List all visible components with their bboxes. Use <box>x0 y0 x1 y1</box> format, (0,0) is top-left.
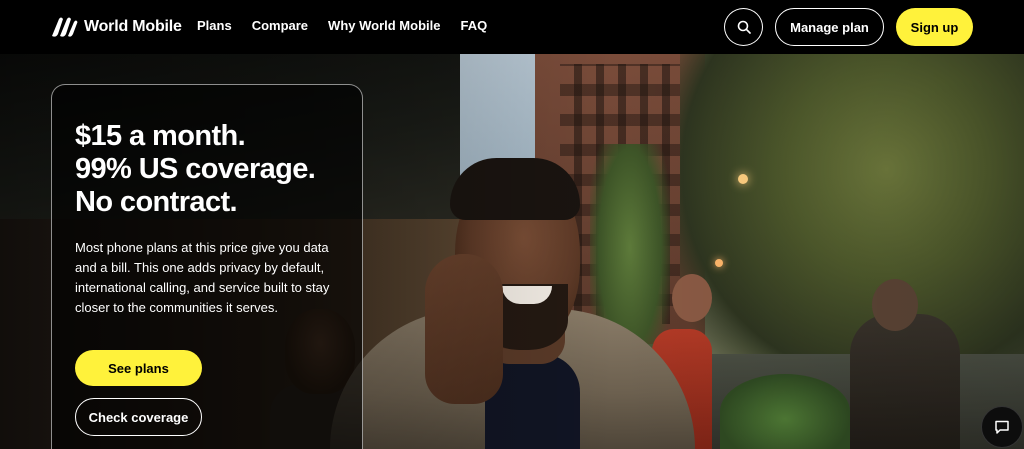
headline-line-coverage: 99% US coverage. <box>75 153 316 185</box>
check-coverage-button[interactable]: Check coverage <box>75 398 202 436</box>
nav-link-why-world-mobile[interactable]: Why World Mobile <box>328 18 440 33</box>
headline-line-contract: No contract. <box>75 186 238 218</box>
world-mobile-logo[interactable]: World Mobile <box>50 15 182 39</box>
nav-link-faq[interactable]: FAQ <box>460 18 487 33</box>
sign-up-button[interactable]: Sign up <box>896 8 973 46</box>
chat-button[interactable] <box>981 406 1023 448</box>
see-plans-button[interactable]: See plans <box>75 350 202 386</box>
chat-icon <box>995 420 1009 434</box>
search-icon <box>737 20 751 34</box>
nav-link-compare[interactable]: Compare <box>252 18 308 33</box>
main-nav: Plans Compare Why World Mobile FAQ <box>197 18 507 33</box>
hero-description: Most phone plans at this price give you … <box>75 240 330 315</box>
nav-link-plans[interactable]: Plans <box>197 18 232 33</box>
world-mobile-logo-icon <box>52 17 78 37</box>
top-navigation-bar: World Mobile Plans Compare Why World Mob… <box>0 0 1024 54</box>
headline-line-price: $15 a month. <box>75 120 246 152</box>
page: World Mobile Plans Compare Why World Mob… <box>0 0 1024 449</box>
manage-plan-button[interactable]: Manage plan <box>775 8 884 46</box>
hero-headline: $15 a month. 99% US coverage. No contrac… <box>75 120 365 219</box>
logo-wordmark: World Mobile <box>84 18 182 35</box>
search-button[interactable] <box>724 8 763 46</box>
